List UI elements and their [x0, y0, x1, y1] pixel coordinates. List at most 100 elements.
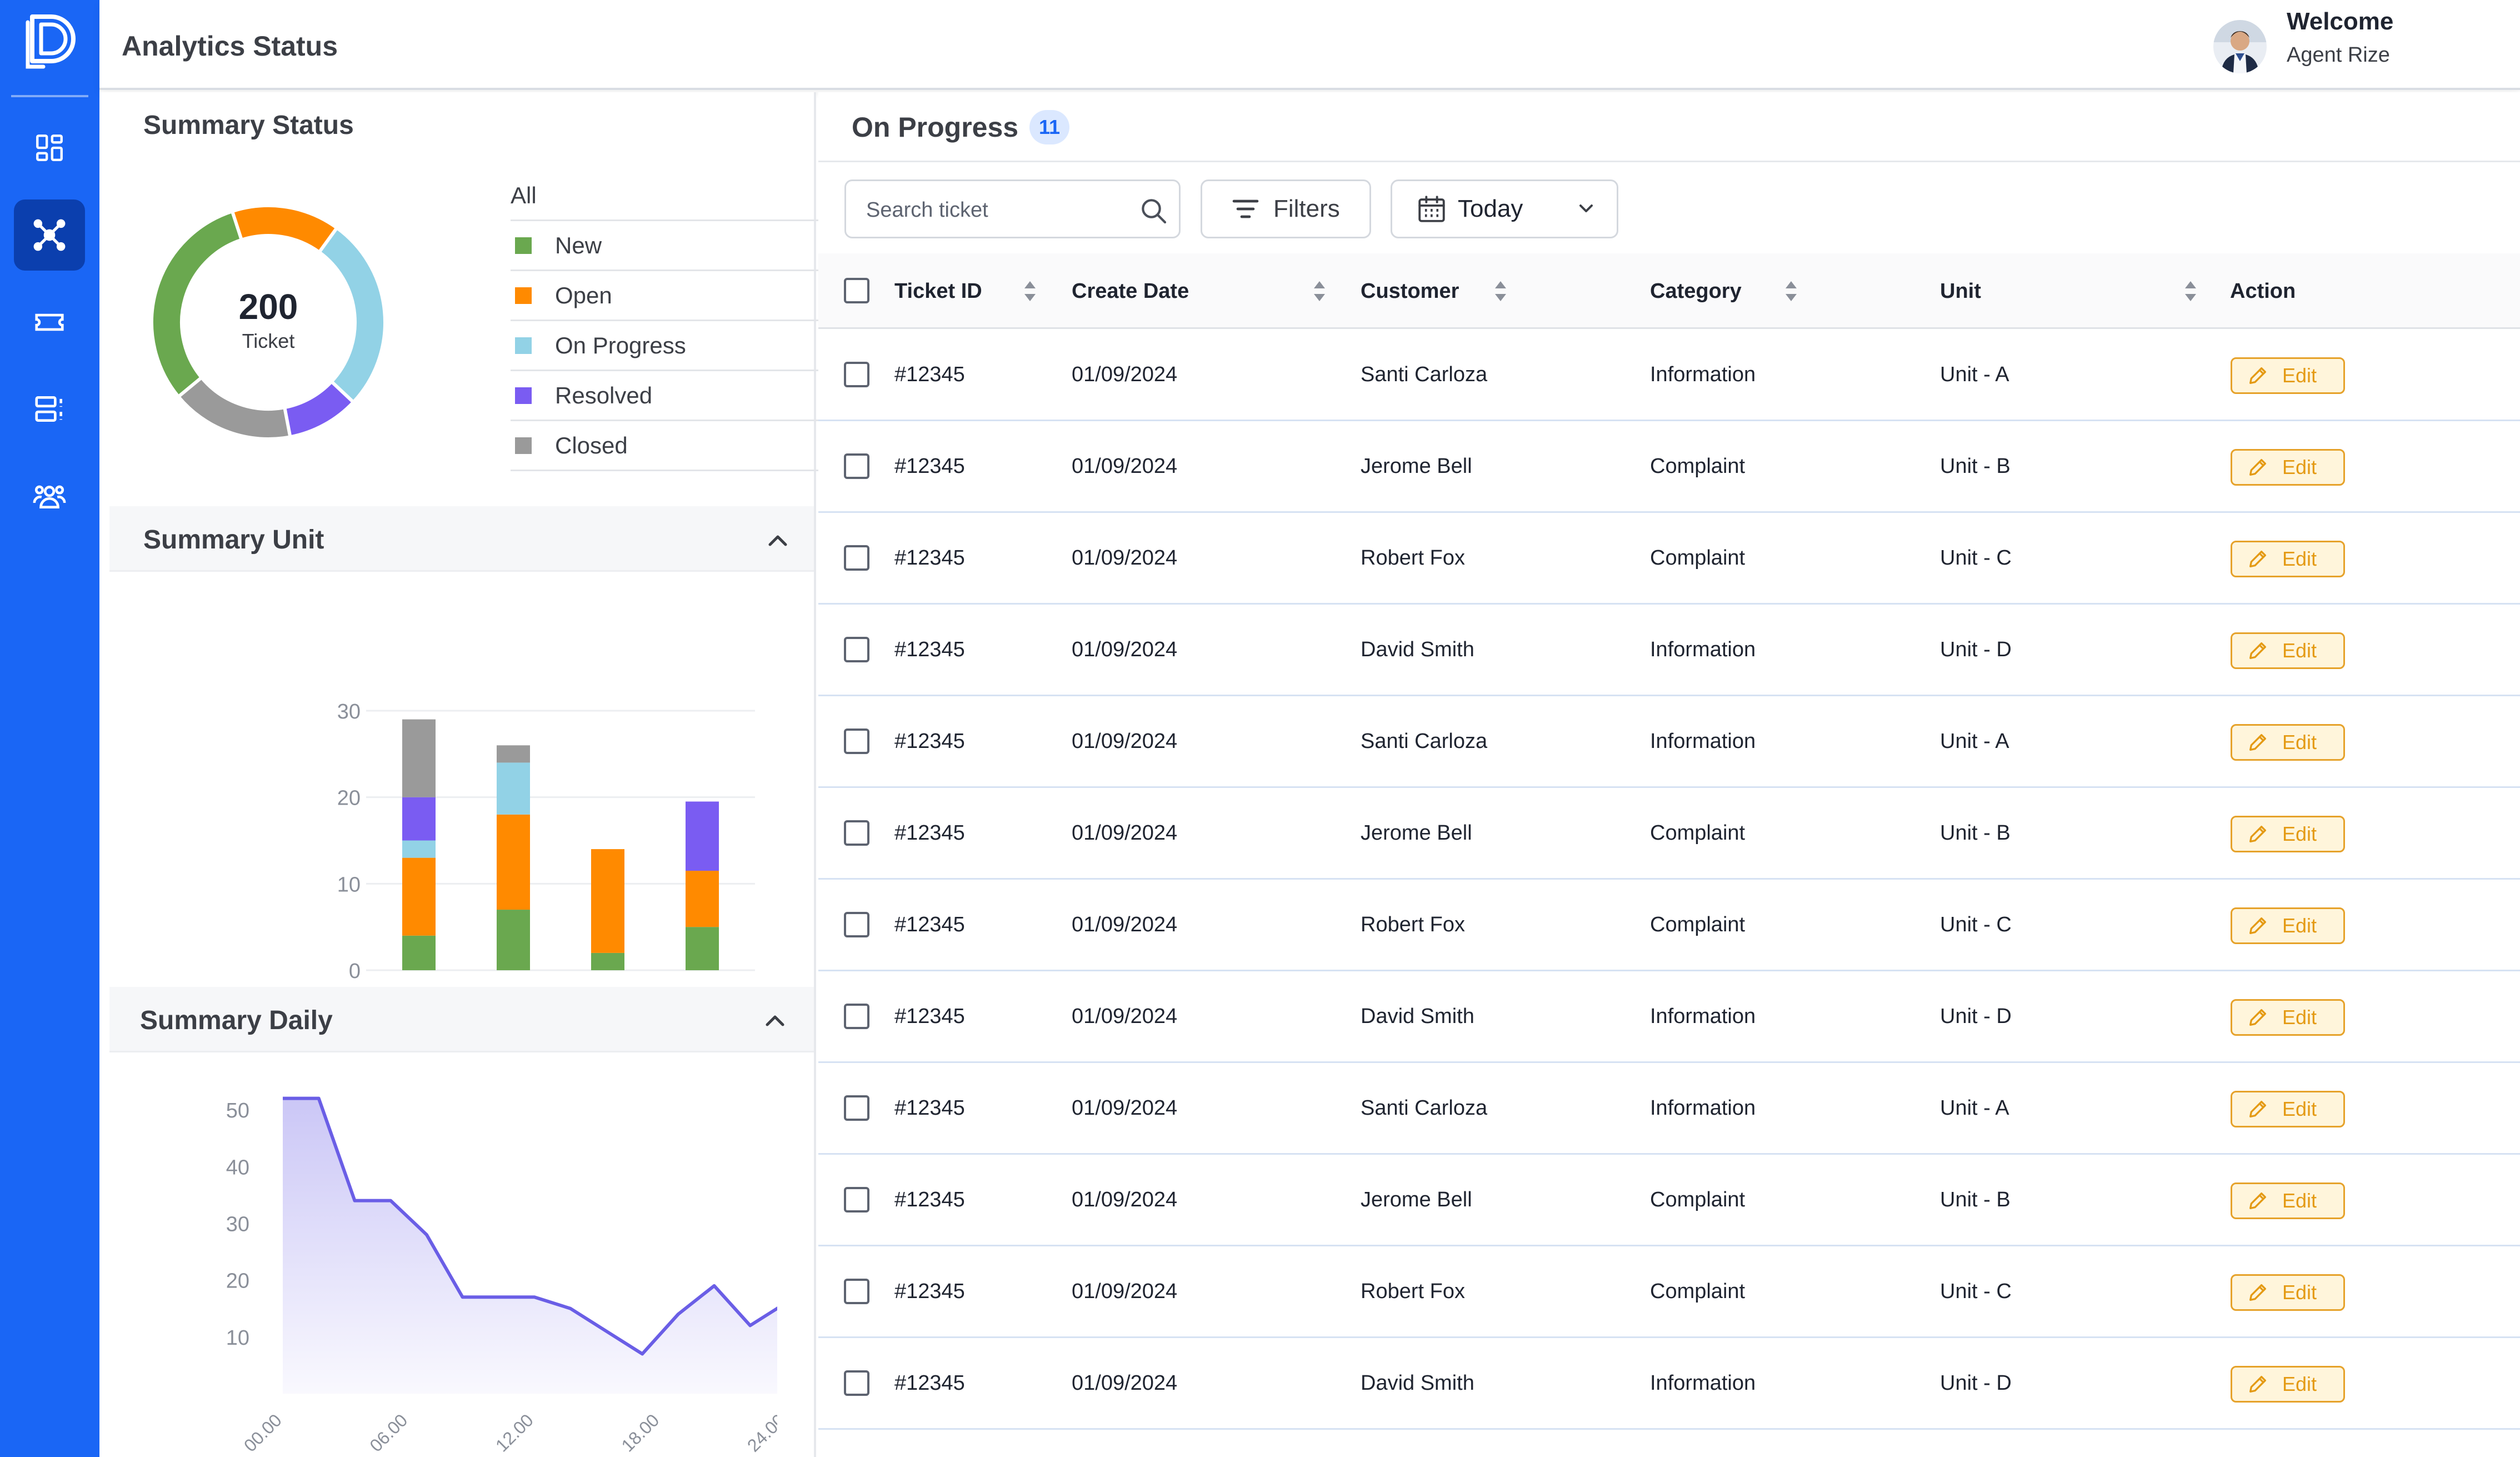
calendar-icon — [1418, 196, 1445, 222]
column-ticket-id[interactable]: Ticket ID — [894, 253, 982, 329]
avatar[interactable] — [2213, 20, 2267, 73]
column-category[interactable]: Category — [1650, 253, 1742, 329]
filters-button[interactable]: Filters — [1201, 179, 1371, 238]
area-fill — [283, 1098, 777, 1394]
x-tick-label: 00.00 — [240, 1410, 286, 1455]
cell-customer: David Smith — [1361, 637, 1474, 661]
search-icon[interactable] — [1138, 195, 1169, 226]
date-label: Today — [1458, 195, 1523, 222]
pencil-icon — [2249, 1284, 2266, 1301]
row-checkbox[interactable] — [844, 453, 869, 479]
row-checkbox[interactable] — [844, 1370, 869, 1396]
legend-label: Resolved — [555, 382, 653, 408]
legend-all-label: All — [511, 182, 537, 208]
pencil-icon — [2249, 1009, 2266, 1026]
select-all-checkbox[interactable] — [844, 278, 869, 303]
sort-icon[interactable] — [1782, 278, 1800, 305]
bar-segment — [402, 935, 436, 970]
cell-ticket-id: #12345 — [894, 454, 965, 478]
unit-bar-chart: 0102030Unit 1Unit 2Unit 3Unit 4 — [337, 700, 755, 1014]
row-checkbox[interactable] — [844, 1279, 869, 1304]
edit-button[interactable]: Edit — [2231, 1366, 2345, 1403]
sort-icon[interactable] — [1021, 278, 1039, 305]
column-create-date[interactable]: Create Date — [1072, 253, 1189, 329]
cell-unit: Unit - C — [1940, 912, 2012, 936]
y-tick-label: 50 — [226, 1099, 249, 1122]
table-row: #12345 01/09/2024 David Smith Information Un… — [818, 971, 2520, 1063]
row-checkbox[interactable] — [844, 1004, 869, 1029]
edit-button[interactable]: Edit — [2231, 357, 2345, 394]
edit-button[interactable]: Edit — [2231, 541, 2345, 577]
sort-icon[interactable] — [1492, 278, 1509, 305]
cell-category: Complaint — [1650, 454, 1746, 478]
edit-button[interactable]: Edit — [2231, 816, 2345, 852]
table-row: #12345 01/09/2024 Santi Carloza Information… — [818, 330, 2520, 421]
edit-label: Edit — [2282, 914, 2317, 937]
sidebar-item-lists[interactable] — [14, 373, 85, 445]
cell-create-date: 01/09/2024 — [1072, 1187, 1178, 1211]
date-range-dropdown[interactable]: Today — [1391, 179, 1618, 238]
sort-icon[interactable] — [1311, 278, 1328, 305]
row-checkbox[interactable] — [844, 362, 869, 387]
edit-button[interactable]: Edit — [2231, 724, 2345, 761]
ticket-icon — [35, 313, 64, 331]
pencil-icon — [2249, 734, 2266, 751]
top-header: Analytics Status Welcome Agent Rize — [99, 0, 2520, 90]
y-tick-label: 10 — [337, 873, 361, 896]
edit-button[interactable]: Edit — [2231, 632, 2345, 669]
row-checkbox[interactable] — [844, 1187, 869, 1212]
edit-button[interactable]: Edit — [2231, 1091, 2345, 1127]
table-row: #12345 01/09/2024 Jerome Bell Complaint Unit… — [818, 421, 2520, 513]
edit-button[interactable]: Edit — [2231, 449, 2345, 486]
row-checkbox[interactable] — [844, 545, 869, 571]
cell-category: Complaint — [1650, 1279, 1746, 1303]
tickets-panel: On Progress 11 Filters Today — [818, 92, 2520, 1457]
sort-icon[interactable] — [2182, 278, 2199, 305]
summary-status-title: Summary Status — [143, 111, 354, 140]
cell-create-date: 01/09/2024 — [1072, 454, 1178, 478]
search-input[interactable] — [866, 193, 1122, 227]
chevron-up-icon[interactable] — [759, 1009, 791, 1031]
cell-customer: Robert Fox — [1361, 546, 1465, 570]
row-checkbox[interactable] — [844, 820, 869, 846]
network-icon — [33, 219, 66, 251]
bar-segment — [686, 870, 719, 927]
row-checkbox[interactable] — [844, 1095, 869, 1121]
edit-button[interactable]: Edit — [2231, 999, 2345, 1036]
cell-ticket-id: #12345 — [894, 362, 965, 386]
cell-ticket-id: #12345 — [894, 1096, 965, 1120]
cell-create-date: 01/09/2024 — [1072, 1096, 1178, 1120]
table-row: #12345 01/09/2024 Jerome Bell Complaint Unit… — [818, 788, 2520, 880]
edit-button[interactable]: Edit — [2231, 907, 2345, 944]
table-row: #12345 01/09/2024 Santi Carloza Information… — [818, 696, 2520, 788]
bar-segment — [402, 719, 436, 797]
chevron-down-icon — [1579, 204, 1593, 212]
column-unit[interactable]: Unit — [1940, 253, 1981, 329]
sidebar-item-dashboard[interactable] — [14, 112, 85, 183]
y-tick-label: 0 — [349, 960, 361, 983]
row-checkbox[interactable] — [844, 728, 869, 754]
cell-unit: Unit - B — [1940, 1187, 2011, 1211]
y-tick-label: 20 — [337, 787, 361, 810]
cell-create-date: 01/09/2024 — [1072, 362, 1178, 386]
sidebar-item-network[interactable] — [14, 199, 85, 271]
logo-icon — [26, 14, 76, 69]
row-checkbox[interactable] — [844, 637, 869, 662]
sidebar-item-tickets[interactable] — [14, 287, 85, 358]
cell-create-date: 01/09/2024 — [1072, 912, 1178, 936]
table-row: #12345 01/09/2024 David Smith Information Un… — [818, 1338, 2520, 1430]
search-box[interactable] — [844, 179, 1181, 238]
bar-segment — [402, 797, 436, 841]
edit-button[interactable]: Edit — [2231, 1182, 2345, 1219]
column-customer[interactable]: Customer — [1361, 253, 1459, 329]
cell-ticket-id: #12345 — [894, 821, 965, 845]
cell-create-date: 01/09/2024 — [1072, 729, 1178, 753]
sidebar-item-users[interactable] — [14, 460, 85, 531]
edit-button[interactable]: Edit — [2231, 1274, 2345, 1311]
row-checkbox[interactable] — [844, 912, 869, 937]
chevron-up-icon[interactable] — [762, 529, 793, 551]
table-row: #12345 01/09/2024 Santi Carloza Information… — [818, 1063, 2520, 1155]
cell-ticket-id: #12345 — [894, 729, 965, 753]
list-settings-icon — [35, 396, 62, 422]
bar-segment — [402, 857, 436, 936]
